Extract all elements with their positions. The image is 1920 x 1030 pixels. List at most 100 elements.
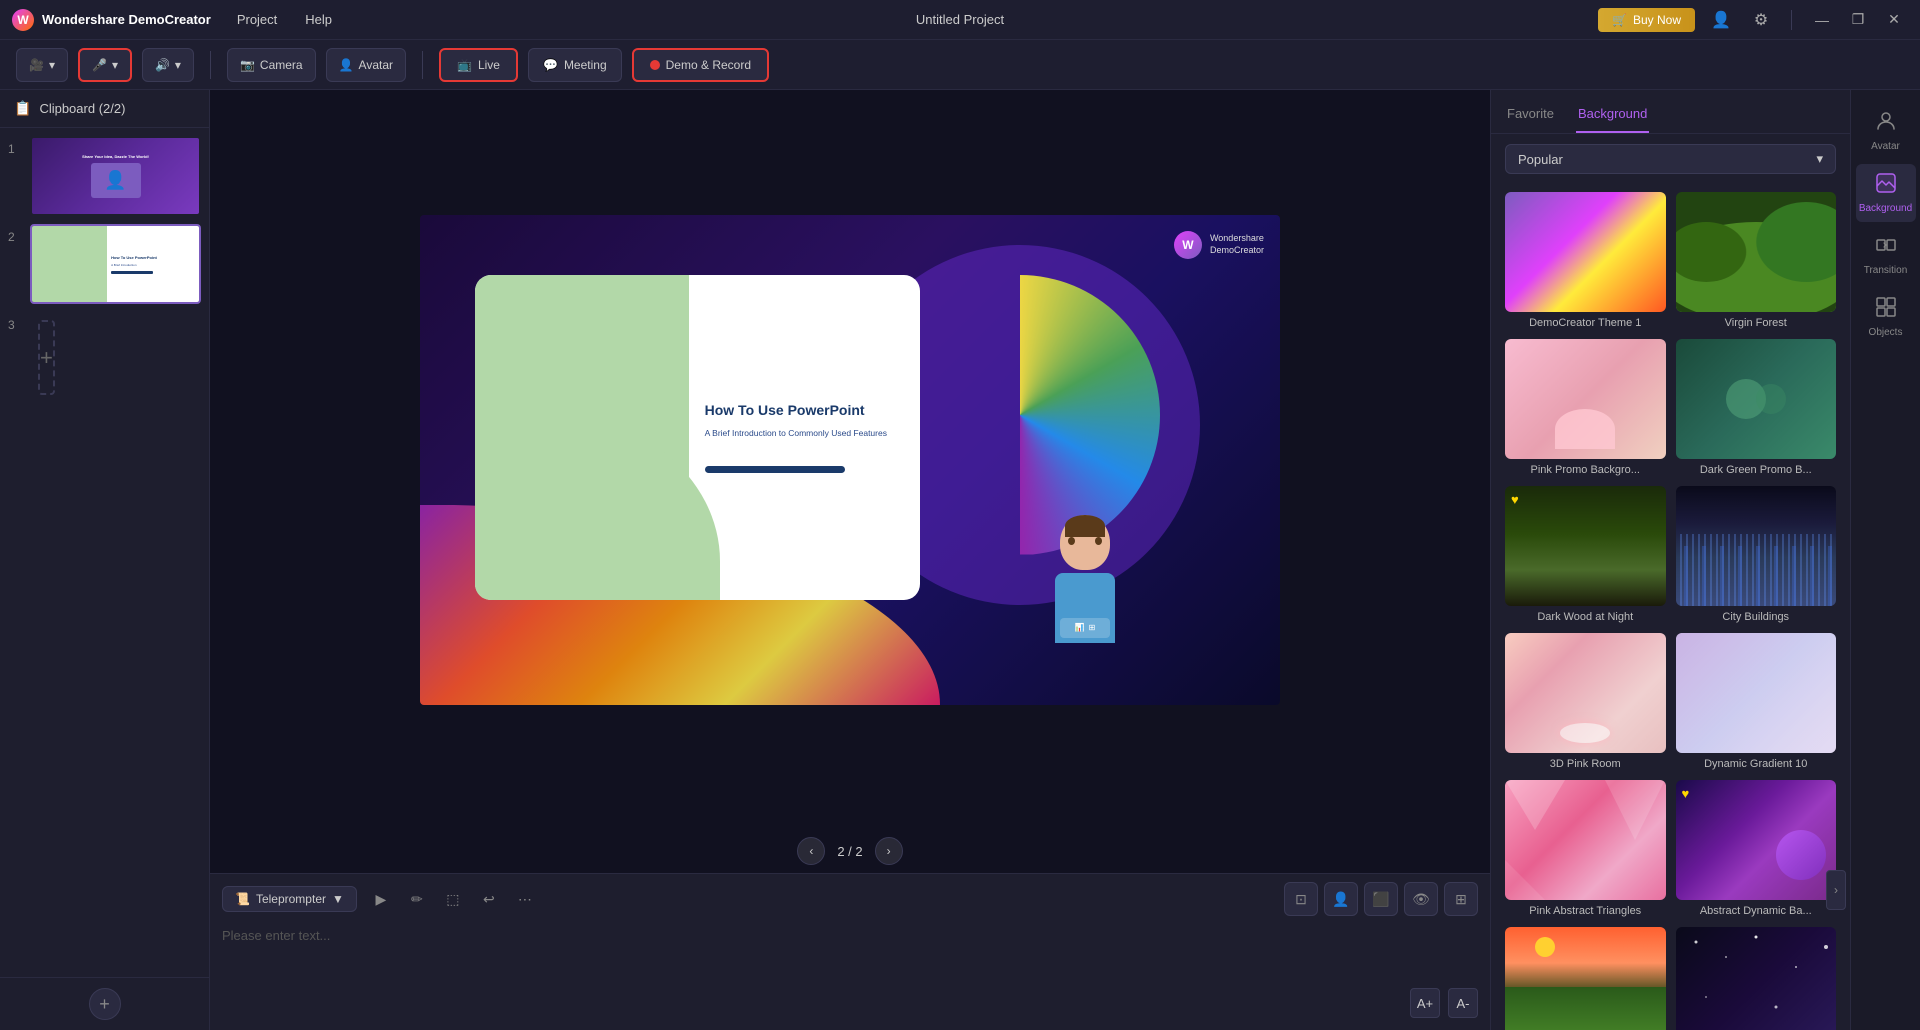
- live-label: Live: [478, 58, 500, 72]
- bg-item-virgin-forest[interactable]: Virgin Forest: [1676, 192, 1837, 329]
- slide2-green-section: [32, 226, 107, 302]
- side-icon-background[interactable]: Background: [1856, 164, 1916, 222]
- speaker-button[interactable]: 🔊 ▾: [142, 48, 194, 82]
- menu-help[interactable]: Help: [299, 8, 338, 31]
- close-button[interactable]: ✕: [1880, 6, 1908, 34]
- toolbar: 🎥 ▾ 🎤 ▾ 🔊 ▾ 📷 Camera 👤 Avatar 📺 Live 💬 M…: [0, 40, 1920, 90]
- bg-item-dynamic-gradient-10[interactable]: Dynamic Gradient 10: [1676, 633, 1837, 770]
- minimize-button[interactable]: —: [1808, 6, 1836, 34]
- bg-item-pink-promo[interactable]: Pink Promo Backgro...: [1505, 339, 1666, 476]
- divider: [1791, 10, 1792, 30]
- slide-thumb-1[interactable]: Share Your Idea, Dazzle The World! 👤: [30, 136, 201, 216]
- mic-button[interactable]: 🎤 ▾: [78, 48, 132, 82]
- live-button[interactable]: 📺 Live: [439, 48, 518, 82]
- bg-label-city-buildings: City Buildings: [1676, 611, 1837, 623]
- side-icons: Avatar Background: [1850, 90, 1920, 1030]
- slide-line-bar: [705, 466, 845, 473]
- backgrounds-grid: DemoCreator Theme 1 Virgin Forest Pink P…: [1491, 184, 1850, 1030]
- landscape-ground: [1505, 987, 1666, 1030]
- speaker-icon: 🔊: [155, 58, 170, 72]
- bg-label-pink-abstract-triangles: Pink Abstract Triangles: [1505, 905, 1666, 917]
- bg-thumb-dynamic-gradient-10[interactable]: [1676, 633, 1837, 753]
- font-decrease-button[interactable]: A-: [1448, 988, 1478, 1018]
- bg-thumb-space[interactable]: [1676, 927, 1837, 1030]
- avatar-eye-left: [1068, 537, 1075, 545]
- speaker-dropdown-arrow: ▾: [175, 58, 181, 72]
- logo-icon: W: [12, 9, 34, 31]
- webcam-button[interactable]: 🎥 ▾: [16, 48, 68, 82]
- bg-item-abstract-dynamic[interactable]: ♥ Abstract Dynamic Ba...: [1676, 780, 1837, 917]
- slide-item-1[interactable]: 1 Share Your Idea, Dazzle The World! 👤: [8, 136, 201, 216]
- avatar-label: Avatar: [359, 58, 393, 72]
- tel-return-button[interactable]: ↩: [473, 883, 505, 915]
- scroll-more-button[interactable]: ›: [1826, 870, 1846, 910]
- bg-thumb-virgin-forest[interactable]: [1676, 192, 1837, 312]
- bg-item-dark-wood-night[interactable]: ♥ Dark Wood at Night: [1505, 486, 1666, 623]
- side-icon-transition[interactable]: Transition: [1856, 226, 1916, 284]
- bg-item-landscape[interactable]: Landscape: [1505, 927, 1666, 1030]
- teleprompter-dropdown[interactable]: 📜 Teleprompter ▼: [222, 886, 357, 912]
- space-stars-svg: [1676, 927, 1837, 1030]
- bg-label-democreator-theme-1: DemoCreator Theme 1: [1505, 317, 1666, 329]
- menu-project[interactable]: Project: [231, 8, 283, 31]
- tel-layout-3-button[interactable]: ⬛: [1364, 882, 1398, 916]
- project-title: Untitled Project: [916, 12, 1004, 27]
- bg-thumb-3d-pink-room[interactable]: [1505, 633, 1666, 753]
- side-icon-objects[interactable]: Objects: [1856, 288, 1916, 346]
- next-slide-button[interactable]: ›: [875, 837, 903, 865]
- bg-item-city-buildings[interactable]: City Buildings: [1676, 486, 1837, 623]
- tel-edit-button[interactable]: ✏: [401, 883, 433, 915]
- teleprompter-text-area[interactable]: Please enter text...: [222, 924, 1478, 984]
- demo-record-label: Demo & Record: [666, 58, 751, 72]
- avatar-ctrl-icon-1: 📊: [1075, 623, 1085, 632]
- demo-record-button[interactable]: Demo & Record: [632, 48, 769, 82]
- tel-play-button[interactable]: ▶: [365, 883, 397, 915]
- settings-icon[interactable]: ⚙: [1747, 6, 1775, 34]
- tel-layout-2-button[interactable]: 👤: [1324, 882, 1358, 916]
- slide-item-2[interactable]: 2 How To Use PowerPoint A Brief Introduc…: [8, 224, 201, 304]
- pink-triangles-svg: [1505, 780, 1666, 900]
- user-icon[interactable]: 👤: [1707, 6, 1735, 34]
- avatar-button[interactable]: 👤 Avatar: [326, 48, 406, 82]
- bg-item-dark-green-promo[interactable]: Dark Green Promo B...: [1676, 339, 1837, 476]
- filter-dropdown[interactable]: Popular ▾: [1505, 144, 1836, 174]
- pink-promo-shape: [1555, 409, 1615, 449]
- avatar-side-icon: [1875, 110, 1897, 137]
- tel-frame-button[interactable]: ⬚: [437, 883, 469, 915]
- bg-thumb-abstract-dynamic[interactable]: ♥: [1676, 780, 1837, 900]
- dropdown-arrow: ▾: [49, 58, 55, 72]
- add-circle-icon: +: [99, 994, 110, 1015]
- add-slide-button[interactable]: +: [38, 320, 55, 395]
- camera-button[interactable]: 📷 Camera: [227, 48, 316, 82]
- wd-logo-line1: Wondershare: [1210, 233, 1264, 245]
- dark-green-circle-2: [1756, 384, 1786, 414]
- tel-layout-4-button[interactable]: 👁: [1404, 882, 1438, 916]
- bg-thumb-landscape[interactable]: [1505, 927, 1666, 1030]
- background-side-icon: [1875, 172, 1897, 199]
- tel-layout-5-button[interactable]: ⊞: [1444, 882, 1478, 916]
- bg-item-space[interactable]: Space: [1676, 927, 1837, 1030]
- bg-thumb-pink-abstract-triangles[interactable]: [1505, 780, 1666, 900]
- menu-items: Project Help: [231, 8, 338, 31]
- slide-thumb-2[interactable]: How To Use PowerPoint A Brief Introducti…: [30, 224, 201, 304]
- bg-thumb-dark-green-promo[interactable]: [1676, 339, 1837, 459]
- font-increase-button[interactable]: A+: [1410, 988, 1440, 1018]
- prev-slide-button[interactable]: ‹: [797, 837, 825, 865]
- tab-favorite[interactable]: Favorite: [1505, 100, 1556, 133]
- bg-thumb-dark-wood-night[interactable]: ♥: [1505, 486, 1666, 606]
- bg-item-pink-abstract-triangles[interactable]: Pink Abstract Triangles: [1505, 780, 1666, 917]
- maximize-button[interactable]: ❐: [1844, 6, 1872, 34]
- bg-thumb-city-buildings[interactable]: [1676, 486, 1837, 606]
- bg-thumb-democreator-theme-1[interactable]: [1505, 192, 1666, 312]
- meeting-button[interactable]: 💬 Meeting: [528, 48, 622, 82]
- bottom-add-section: +: [0, 977, 209, 1030]
- bg-thumb-pink-promo[interactable]: [1505, 339, 1666, 459]
- bg-item-3d-pink-room[interactable]: 3D Pink Room: [1505, 633, 1666, 770]
- buy-now-button[interactable]: 🛒 Buy Now: [1598, 8, 1695, 32]
- tel-layout-1-button[interactable]: ⊡: [1284, 882, 1318, 916]
- tab-background[interactable]: Background: [1576, 100, 1649, 133]
- add-circle-button[interactable]: +: [89, 988, 121, 1020]
- tel-more-button[interactable]: ⋯: [509, 883, 541, 915]
- bg-item-democreator-theme-1[interactable]: DemoCreator Theme 1: [1505, 192, 1666, 329]
- side-icon-avatar[interactable]: Avatar: [1856, 102, 1916, 160]
